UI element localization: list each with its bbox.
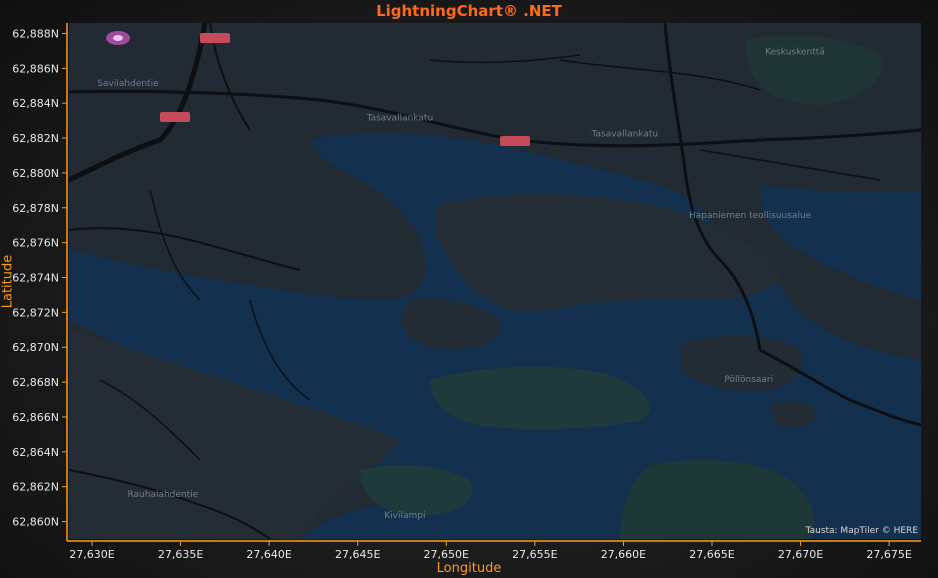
y-tick-label: 62,860N: [12, 516, 59, 529]
map-attribution: Tausta: MapTiler © HERE: [805, 526, 919, 536]
map-layer[interactable]: Prisma Savilahdentie Tasavallankatu Tasaval…: [69, 14, 921, 539]
x-tick-label: 27,675E: [866, 548, 911, 561]
map-place-label: Rauhalahdentie: [127, 490, 198, 500]
map-place-label: Hapaniemen teollisuusalue: [689, 211, 812, 221]
y-tick-label: 62,880N: [12, 167, 59, 180]
y-tick-label: 62,868N: [12, 376, 59, 389]
y-axis-ticks: 62,888N 62,886N 62,884N 62,882N 62,880N 62,87…: [12, 27, 67, 529]
x-tick-label: 27,640E: [246, 548, 291, 561]
x-tick-label: 27,670E: [778, 548, 823, 561]
map-place-label: Keskuskenttä: [765, 47, 825, 57]
y-tick-label: 62,878N: [12, 202, 59, 215]
map-place-label: Pöllönsaari: [724, 375, 773, 385]
x-tick-label: 27,655E: [512, 548, 557, 561]
map-place-label: Tasavallankatu: [591, 129, 659, 139]
y-tick-label: 62,876N: [12, 237, 59, 250]
map-place-label: Kivilampi: [384, 511, 425, 521]
y-tick-label: 62,884N: [12, 97, 59, 110]
x-tick-label: 27,630E: [69, 548, 114, 561]
map-place-label: Tasavallankatu: [366, 114, 434, 124]
y-tick-label: 62,886N: [12, 62, 59, 75]
map-place-label: Savilahdentie: [97, 79, 159, 89]
x-tick-label: 27,665E: [689, 548, 734, 561]
y-tick-label: 62,882N: [12, 132, 59, 145]
y-tick-label: 62,870N: [12, 341, 59, 354]
x-tick-label: 27,650E: [424, 548, 469, 561]
y-tick-label: 62,872N: [12, 306, 59, 319]
x-tick-label: 27,635E: [158, 548, 203, 561]
poi-marker[interactable]: [106, 31, 130, 45]
map-place-label: Prisma: [96, 14, 126, 24]
y-tick-label: 62,864N: [12, 446, 59, 459]
x-axis-ticks: 27,630E 27,635E 27,640E 27,645E 27,650E 27,65…: [69, 541, 912, 561]
map-chart[interactable]: Prisma Savilahdentie Tasavallankatu Tasaval…: [0, 0, 938, 578]
x-tick-label: 27,645E: [335, 548, 380, 561]
y-tick-label: 62,888N: [12, 27, 59, 40]
y-tick-label: 62,862N: [12, 481, 59, 494]
y-tick-label: 62,866N: [12, 411, 59, 424]
y-tick-label: 62,874N: [12, 272, 59, 285]
x-tick-label: 27,660E: [601, 548, 646, 561]
